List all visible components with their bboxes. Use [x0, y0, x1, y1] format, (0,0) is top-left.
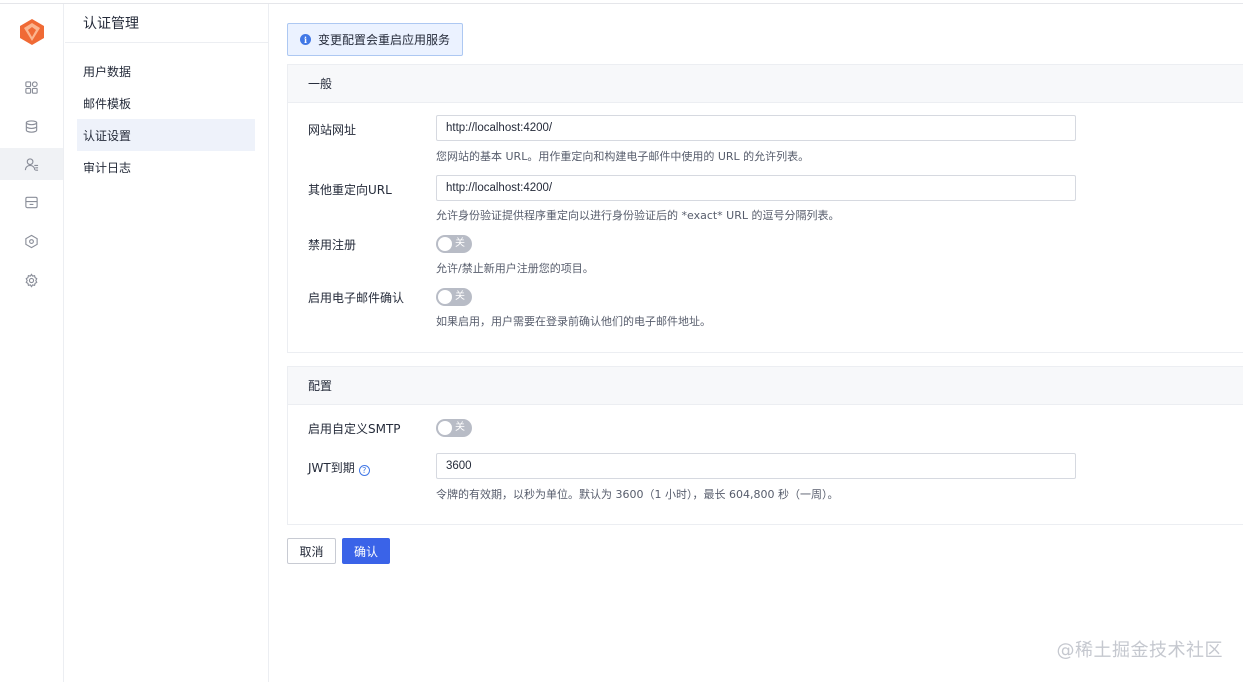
- confirm-button[interactable]: 确认: [342, 538, 390, 564]
- general-section: 一般 网站网址 http://localhost:4200/ 您网站的基本 UR…: [287, 64, 1243, 353]
- site-url-input[interactable]: http://localhost:4200/: [436, 115, 1076, 141]
- rail-database-icon[interactable]: [0, 110, 63, 142]
- rail-user-auth-icon[interactable]: [0, 148, 63, 180]
- disable-signup-label: 禁用注册: [308, 238, 357, 252]
- toggle-state: 关: [455, 422, 465, 433]
- apps-icon: [25, 80, 38, 94]
- redirect-url-help: 允许身份验证提供程序重定向以进行身份验证后的 *exact* URL 的逗号分隔…: [436, 209, 840, 222]
- nav-item-auth-settings[interactable]: 认证设置: [77, 119, 255, 151]
- rail-settings-icon[interactable]: [0, 264, 63, 296]
- app-logo[interactable]: [19, 18, 45, 46]
- nav-item-audit-logs[interactable]: 审计日志: [77, 151, 255, 183]
- database-icon: [25, 119, 38, 133]
- storage-icon: [25, 196, 38, 208]
- cancel-button[interactable]: 取消: [287, 538, 336, 564]
- smtp-label: 启用自定义SMTP: [308, 422, 401, 436]
- main-content: i 变更配置会重启应用服务 一般 网站网址 http://localhost:4…: [270, 4, 1243, 682]
- config-section: 配置 启用自定义SMTP 关 JWT到期? 3600 令牌的有效期，以秒为单位。…: [287, 366, 1243, 525]
- toggle-state: 关: [455, 238, 465, 249]
- disable-signup-toggle[interactable]: 关: [436, 235, 472, 253]
- nav-list: 用户数据 邮件模板 认证设置 审计日志: [65, 43, 268, 183]
- settings-icon: [25, 272, 38, 288]
- icon-rail: [0, 4, 64, 682]
- notice-text: 变更配置会重启应用服务: [318, 33, 451, 47]
- redirect-url-label: 其他重定向URL: [308, 183, 392, 197]
- rail-extensions-icon[interactable]: [0, 225, 63, 257]
- site-url-help: 您网站的基本 URL。用作重定向和构建电子邮件中使用的 URL 的允许列表。: [436, 150, 810, 163]
- smtp-toggle[interactable]: 关: [436, 419, 472, 437]
- secondary-nav: 认证管理 用户数据 邮件模板 认证设置 审计日志: [65, 4, 269, 682]
- restart-notice: i 变更配置会重启应用服务: [287, 23, 464, 56]
- toggle-knob: [438, 290, 452, 304]
- nav-item-email-templates[interactable]: 邮件模板: [77, 87, 255, 119]
- toggle-state: 关: [455, 291, 465, 302]
- jwt-help: 令牌的有效期，以秒为单位。默认为 3600（1 小时），最长 604,800 秒…: [436, 488, 839, 501]
- redirect-url-input[interactable]: http://localhost:4200/: [436, 175, 1076, 201]
- jwt-label-wrap: JWT到期?: [308, 459, 370, 476]
- site-url-label: 网站网址: [308, 123, 357, 137]
- rail-storage-icon[interactable]: [0, 186, 63, 218]
- toggle-knob: [438, 237, 452, 251]
- email-confirm-label: 启用电子邮件确认: [308, 291, 405, 305]
- extensions-icon: [25, 234, 38, 248]
- email-confirm-toggle[interactable]: 关: [436, 288, 472, 306]
- toggle-knob: [438, 421, 452, 435]
- nav-item-user-data[interactable]: 用户数据: [77, 55, 255, 87]
- jwt-label: JWT到期: [308, 461, 355, 475]
- watermark: @稀土掘金技术社区: [1056, 640, 1223, 661]
- jwt-expiry-input[interactable]: 3600: [436, 453, 1076, 479]
- nav-title: 认证管理: [65, 4, 268, 43]
- question-icon[interactable]: ?: [358, 465, 370, 476]
- rail-apps-icon[interactable]: [0, 71, 63, 103]
- email-confirm-help: 如果启用，用户需要在登录前确认他们的电子邮件地址。: [436, 315, 711, 328]
- disable-signup-help: 允许/禁止新用户注册您的项目。: [436, 262, 594, 275]
- user-auth-icon: [24, 157, 39, 171]
- general-section-title: 一般: [288, 65, 1243, 103]
- config-section-title: 配置: [288, 367, 1243, 405]
- info-icon: i: [300, 34, 311, 45]
